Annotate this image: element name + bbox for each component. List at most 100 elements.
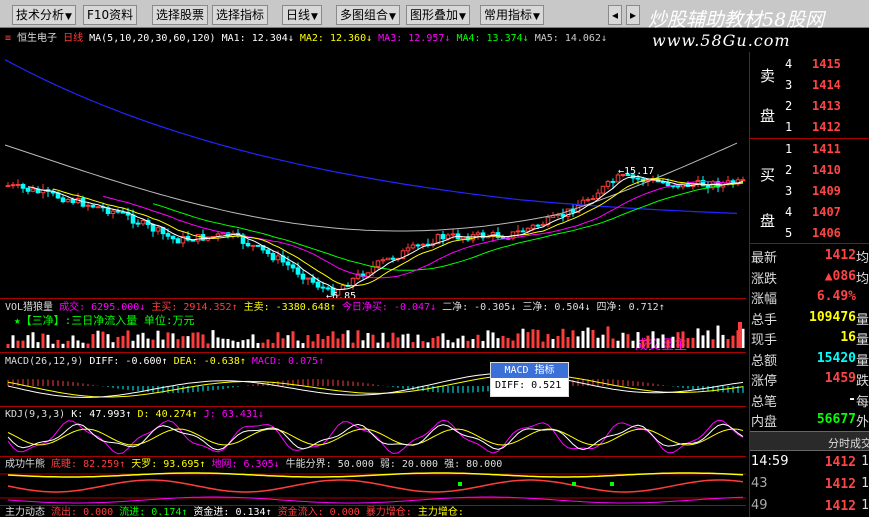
- select-indicator-button[interactable]: 选择指标: [212, 5, 269, 25]
- buy-price[interactable]: 1410: [812, 163, 841, 177]
- bottom-b3: 资金进: 0.134↑: [193, 507, 272, 517]
- vol-chengjiao: 成交: 6295.000↓: [59, 302, 146, 313]
- sell-price[interactable]: 1412: [812, 120, 841, 134]
- stat-label: 总笔: [751, 394, 778, 410]
- sell-price[interactable]: 1415: [812, 57, 841, 71]
- sell-level: 3: [785, 78, 793, 92]
- main-chart-header: ≡ 恒生电子 日线 MA(5,10,20,30,60,120) MA1: 12.…: [5, 32, 607, 45]
- tick-price: 1412: [824, 499, 856, 514]
- cgnx-fenjie: 牛能分界: 50.000: [285, 459, 374, 470]
- stat-row: 最新 1412 均: [750, 245, 869, 267]
- stat-value: ▲086: [824, 268, 856, 284]
- dropdown-icon: ▼: [459, 12, 466, 22]
- menu-icon[interactable]: ≡: [5, 33, 11, 44]
- bottom-b5: 暴力增仓:: [365, 507, 412, 517]
- ticks-header[interactable]: 分时成交: [750, 431, 869, 451]
- ma2-value: MA2: 12.360↓: [299, 33, 373, 44]
- dropdown-icon: ▼: [389, 12, 396, 22]
- tick-volume: 1: [861, 476, 869, 491]
- ma120-line: [4, 59, 738, 214]
- cgnx-ruo: 弱: 20.000: [379, 459, 439, 470]
- daily-period-button[interactable]: 日线▼: [282, 5, 322, 25]
- buy-level: 5: [785, 226, 793, 240]
- stat-value: 109476: [809, 309, 856, 325]
- buy-price[interactable]: 1411: [812, 142, 841, 156]
- stat-label: 总额: [751, 353, 778, 369]
- dropdown-icon: ▼: [533, 12, 540, 22]
- ma3-value: MA3: 12.957↓: [378, 33, 451, 44]
- select-stock-button[interactable]: 选择股票: [152, 5, 209, 25]
- stat-row: 涨幅 6.49%: [750, 286, 869, 308]
- cgnx-qiang: 强: 80.000: [444, 459, 503, 470]
- tick-time: 14:59: [751, 454, 789, 469]
- toolbar-prev-button[interactable]: ◂: [608, 5, 623, 25]
- period-label: 日线: [63, 33, 84, 44]
- sell-level: 1: [785, 120, 793, 134]
- buy-level: 3: [785, 184, 793, 198]
- stat-row: 总手 109476 量: [750, 307, 869, 329]
- stat-label: 涨幅: [751, 292, 778, 307]
- chart-overlay-button[interactable]: 图形叠加▼: [406, 5, 470, 25]
- stat-value: 6.49%: [816, 289, 856, 304]
- sell-price[interactable]: 1414: [812, 78, 841, 92]
- cgnx-tianluo: 天罗: 93.695↑: [131, 459, 206, 470]
- stat-extra: 量: [855, 312, 869, 328]
- stat-value: 1459: [824, 371, 856, 386]
- tick-row: 14:59 1412 1: [750, 452, 869, 474]
- stat-extra: [861, 288, 869, 303]
- bottom-b1: 流出: 0.000: [51, 507, 114, 517]
- stat-value: 1412: [824, 248, 856, 263]
- vol-header: VOL猎狼量 成交: 6295.000↓ 主买: 2914.352↑ 主卖: -…: [5, 301, 665, 314]
- k-line: [7, 423, 744, 451]
- bottom-name: 主力动态: [5, 507, 45, 517]
- buy-price[interactable]: 1407: [812, 205, 841, 219]
- stat-extra: 跌: [855, 374, 869, 389]
- technical-analysis-button[interactable]: 技术分析▼: [12, 5, 76, 25]
- vol-sanjing: 三净: 0.504↓: [522, 302, 591, 313]
- stat-label: 现手: [751, 333, 778, 348]
- ma1-value: MA1: 12.304↓: [221, 33, 294, 44]
- ma30-line: [152, 181, 744, 271]
- cgnx-name: 成功牛熊: [5, 459, 45, 470]
- macd-chart: [7, 372, 744, 398]
- sell-price[interactable]: 1413: [812, 99, 841, 113]
- macd-tooltip-value: 0.521: [531, 380, 562, 391]
- vol-jinri: 今日净买: -0.047↓: [341, 302, 437, 313]
- stats-divider: [750, 243, 869, 244]
- stat-value: 56677: [816, 412, 856, 427]
- multi-chart-button[interactable]: 多图组合▼: [336, 5, 400, 25]
- stat-row: 涨跌 ▲086 均: [750, 266, 869, 288]
- bull-bear-chart: [0, 472, 746, 504]
- stat-label: 最新: [751, 251, 778, 266]
- stat-value: -: [848, 391, 856, 407]
- tick-price: 1412: [824, 455, 856, 470]
- f10-button[interactable]: F10资料: [83, 5, 138, 25]
- vol-sijing: 四净: 0.712↑: [596, 302, 665, 313]
- stat-row: 总额 15420 量: [750, 348, 869, 370]
- tick-row: 49 1412 1: [750, 496, 869, 517]
- stat-extra: 均: [855, 271, 869, 287]
- buy-level: 2: [785, 163, 793, 177]
- signal-dots: [458, 482, 614, 486]
- vol-zhumai: 主买: 2914.352↑: [151, 302, 238, 313]
- buy-side-label: 买盘: [760, 166, 776, 230]
- ma20-line: [102, 181, 744, 279]
- toolbar-next-button[interactable]: ▸: [626, 5, 641, 25]
- dropdown-icon: ▼: [311, 12, 318, 22]
- tick-volume: 1: [861, 498, 869, 513]
- buy-price[interactable]: 1406: [812, 226, 841, 240]
- cgnx-diwang: 地网: 6.305↓: [211, 459, 280, 470]
- stat-label: 涨停: [751, 374, 778, 389]
- vol-erjing: 二净: -0.305↓: [442, 302, 517, 313]
- common-indicator-button[interactable]: 常用指标▼: [480, 5, 544, 25]
- dizhi-line: [7, 479, 744, 493]
- stat-row: 总笔 - 每: [750, 389, 869, 411]
- vol-name: VOL猎狼量: [5, 302, 54, 313]
- tick-time: 43: [751, 476, 768, 491]
- ma4-value: MA4: 13.374↓: [456, 33, 529, 44]
- dropdown-icon: ▼: [65, 12, 72, 22]
- watermark-text: 炒股辅助教材58股网: [648, 9, 825, 31]
- stat-row: 现手 16 量: [750, 327, 869, 349]
- ma5-value: MA5: 14.062↓: [534, 33, 607, 44]
- buy-price[interactable]: 1409: [812, 184, 841, 198]
